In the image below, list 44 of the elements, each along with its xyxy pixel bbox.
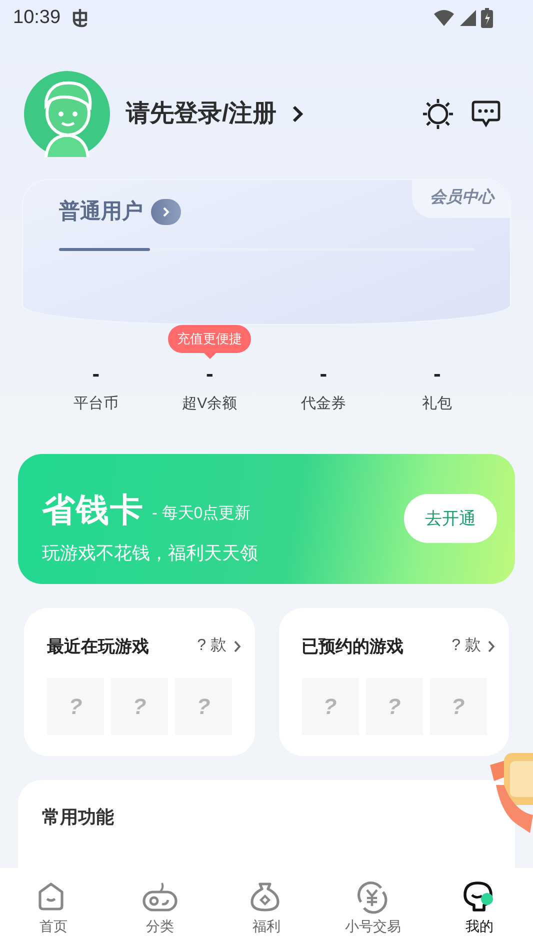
theme-icon[interactable] [423, 99, 453, 129]
nav-tab[interactable]: 小号交易 [320, 868, 426, 947]
stat-value[interactable]: - [320, 363, 328, 387]
game-card[interactable]: 已预约的游戏 ? 款 ? ? ? [278, 608, 509, 756]
promo-description: 玩游戏不花钱，福利天天领 [42, 542, 259, 564]
login-link[interactable]: 请先登录/注册 [126, 96, 277, 132]
game-placeholder: ? [111, 678, 168, 735]
nav-tab[interactable]: 分类 [106, 868, 214, 947]
game-count: ? 款 [452, 636, 481, 656]
chevron-icon [161, 206, 171, 218]
chevron-icon [487, 640, 495, 653]
game-placeholder: ? [366, 678, 422, 735]
game-placeholder: ? [175, 678, 232, 735]
message-icon[interactable] [471, 100, 501, 128]
member-level: 普通用户 [59, 198, 143, 225]
promo-subtitle: - 每天0点更新 [152, 504, 251, 524]
nav-tab[interactable]: 首页 [0, 868, 107, 947]
status-time: 10:39 [13, 6, 61, 30]
nav-tab[interactable]: 福利 [213, 868, 320, 947]
wifi-icon [433, 9, 455, 27]
game-placeholder: ? [47, 678, 104, 735]
chevron-icon [290, 105, 303, 123]
stat-value[interactable]: - [206, 363, 214, 387]
tooltip: 充值更便捷 [168, 325, 252, 358]
game-card[interactable]: 最近在玩游戏 ? 款 ? ? ? [24, 608, 254, 756]
stat-label[interactable]: 礼包 [422, 393, 452, 416]
section-title: 常用功能 [42, 806, 115, 828]
chevron-button[interactable] [151, 198, 181, 225]
nav-tab[interactable]: 我的 [426, 868, 533, 947]
promo-title: 省钱卡 [42, 492, 144, 526]
game-placeholder: ? [302, 678, 358, 735]
signal-icon [459, 9, 477, 27]
stat-value[interactable]: - [433, 363, 441, 387]
stat-label[interactable]: 平台币 [73, 393, 118, 416]
battery-icon [481, 8, 493, 28]
chevron-icon [232, 640, 240, 653]
card-title: 最近在玩游戏 [47, 636, 149, 658]
game-count: ? 款 [197, 636, 226, 656]
stat-value[interactable]: - [92, 363, 100, 387]
stat-label[interactable]: 代金券 [300, 393, 346, 416]
stat-label[interactable]: 超V余额 [182, 393, 238, 416]
gamepad-icon [142, 880, 178, 914]
card-title: 已预约的游戏 [302, 636, 404, 658]
game-placeholder: ? [430, 678, 486, 735]
